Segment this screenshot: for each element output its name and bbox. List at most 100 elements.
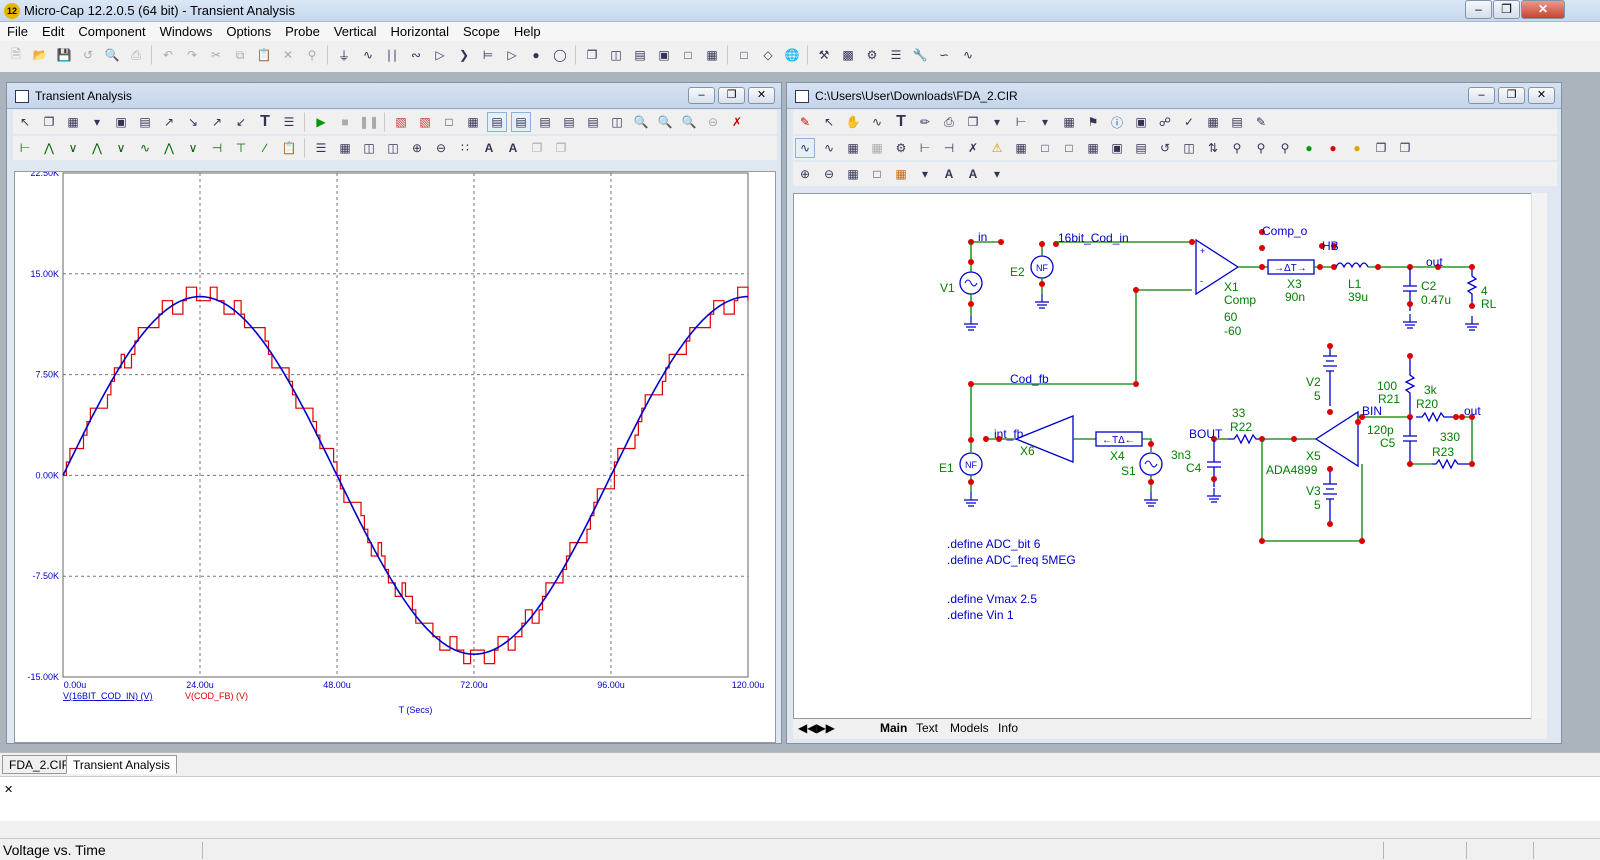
component-mode-icon[interactable]: ✎ <box>795 112 815 132</box>
tab-text[interactable]: Text <box>913 720 941 736</box>
tile-horizontal-icon[interactable]: ▤ <box>630 45 650 65</box>
schem-zoom-fit-icon[interactable]: ▦ <box>843 164 863 184</box>
add-icon[interactable]: ● <box>1299 138 1319 158</box>
peak-cursor-icon[interactable]: ⋀ <box>39 138 59 158</box>
colors-icon[interactable]: ▦ <box>891 164 911 184</box>
restore-button[interactable]: ❐ <box>1493 0 1520 19</box>
find-2-icon[interactable]: ⚲ <box>1251 138 1271 158</box>
paste-icon[interactable]: 📋 <box>254 45 274 65</box>
magnify-in-icon[interactable]: ⊕ <box>407 138 427 158</box>
flip-icon[interactable]: ⇅ <box>1203 138 1223 158</box>
tools-icon[interactable]: 🔧 <box>910 45 930 65</box>
copy-clipboard-icon[interactable]: 📋 <box>279 138 299 158</box>
currents-icon[interactable]: ▦ <box>843 138 863 158</box>
zoom-fit-icon[interactable]: 🔍 <box>679 112 699 132</box>
model-icon[interactable]: ⚒ <box>814 45 834 65</box>
menu-horizontal[interactable]: Horizontal <box>383 22 456 40</box>
save-icon[interactable]: 💾 <box>54 45 74 65</box>
frame-icon[interactable]: □ <box>678 45 698 65</box>
font-icon[interactable]: A <box>479 138 499 158</box>
diode-icon[interactable]: ▷ <box>430 45 450 65</box>
zoom-out-icon[interactable]: 🔍 <box>655 112 675 132</box>
page-icon[interactable]: □ <box>1035 138 1055 158</box>
font-size-icon[interactable]: A <box>503 138 523 158</box>
minimize-button[interactable]: – <box>1465 0 1492 19</box>
zoom-box-icon[interactable]: ▣ <box>111 112 131 132</box>
layout-1-icon[interactable]: ▤ <box>487 112 507 132</box>
draw-icon[interactable]: ✏ <box>915 112 935 132</box>
preferences-icon[interactable]: ⚙ <box>862 45 882 65</box>
find-icon[interactable]: ⚲ <box>302 45 322 65</box>
undo-icon[interactable]: ↶ <box>158 45 178 65</box>
analysis-icon[interactable]: ∿ <box>958 45 978 65</box>
magnify-out-icon[interactable]: ⊖ <box>431 138 451 158</box>
cursor-mode-icon[interactable]: ▧ <box>391 112 411 132</box>
info-icon[interactable]: ⓘ <box>1107 112 1127 132</box>
menu-help[interactable]: Help <box>507 22 548 40</box>
slope-icon[interactable]: ↙ <box>231 112 251 132</box>
stop-icon[interactable]: ■ <box>335 112 355 132</box>
text-mode-icon[interactable]: T <box>891 112 911 132</box>
doc-tab-transient[interactable]: Transient Analysis <box>66 755 177 774</box>
scale-icon[interactable]: ❐ <box>39 112 59 132</box>
conditions-icon[interactable]: ⚙ <box>891 138 911 158</box>
new-icon[interactable]: 🗎 <box>6 45 26 65</box>
flag-icon[interactable]: ⚑ <box>1083 112 1103 132</box>
schematic-close-button[interactable]: ✕ <box>1528 87 1555 104</box>
dropdown-2-icon[interactable]: ▾ <box>987 112 1007 132</box>
options-icon[interactable]: ☰ <box>886 45 906 65</box>
tile-icon[interactable]: □ <box>439 112 459 132</box>
menu-file[interactable]: File <box>0 22 35 40</box>
transistor-icon[interactable]: ❯ <box>454 45 474 65</box>
hsplit-icon[interactable]: ▤ <box>583 112 603 132</box>
top-icon[interactable]: ⊣ <box>207 138 227 158</box>
print-preview-icon[interactable]: 🔍 <box>102 45 122 65</box>
transient-restore-button[interactable]: ❐ <box>718 87 745 104</box>
output-close-icon[interactable]: ✕ <box>4 783 13 796</box>
schematic-canvas[interactable]: in V1 NF E2 16bit_Cod_in + - X1 Comp 60 -60 Comp_o →… <box>793 193 1543 719</box>
zoom-restore-icon[interactable]: ⊖ <box>703 112 723 132</box>
shape-editor-icon[interactable]: ◇ <box>758 45 778 65</box>
calculator-icon[interactable]: ▦ <box>702 45 722 65</box>
auto-scale-icon[interactable]: ▤ <box>135 112 155 132</box>
node-numbers-icon[interactable]: ∿ <box>795 138 815 158</box>
select-icon[interactable]: ↖ <box>15 112 35 132</box>
edit-icon[interactable]: ✎ <box>1251 112 1271 132</box>
menu-edit[interactable]: Edit <box>35 22 71 40</box>
border-icon[interactable]: ▣ <box>1107 138 1127 158</box>
low-cursor-icon[interactable]: ∨ <box>111 138 131 158</box>
window-icon[interactable]: ▣ <box>654 45 674 65</box>
global-high-icon[interactable]: ⋀ <box>159 138 179 158</box>
tile-vertical-icon[interactable]: ◫ <box>606 45 626 65</box>
duplicate-2-icon[interactable]: ❐ <box>551 138 571 158</box>
properties-2-icon[interactable]: ▦ <box>1203 112 1223 132</box>
run-icon[interactable]: ▶ <box>311 112 331 132</box>
font-size-2-icon[interactable]: A <box>963 164 983 184</box>
meter-icon[interactable]: ◯ <box>550 45 570 65</box>
tab-models[interactable]: Models <box>947 720 992 736</box>
table-icon[interactable]: ▦ <box>1059 112 1079 132</box>
globe-icon[interactable]: 🌐 <box>782 45 802 65</box>
dropdown-3-icon[interactable]: ▾ <box>1035 112 1055 132</box>
text-icon[interactable]: T <box>255 112 275 132</box>
schem-find-icon[interactable]: □ <box>867 164 887 184</box>
plot-panel[interactable]: 22.50K 15.00K 7.50K 0.00K -7.50K -15.00K 0.00u… <box>14 160 776 743</box>
save-all-icon[interactable]: ↺ <box>78 45 98 65</box>
tab-main[interactable]: Main <box>877 720 910 736</box>
grid-toggle-icon[interactable]: ▦ <box>1011 138 1031 158</box>
resistor-icon[interactable]: ∿ <box>358 45 378 65</box>
grid-dots-icon[interactable]: ∷ <box>455 138 475 158</box>
bottom-icon[interactable]: ⊤ <box>231 138 251 158</box>
analysis-limits-icon[interactable]: ▦ <box>63 112 83 132</box>
menu-windows[interactable]: Windows <box>153 22 220 40</box>
dropdown-4-icon[interactable]: ▾ <box>915 164 935 184</box>
component-editor-icon[interactable]: □ <box>734 45 754 65</box>
layout-3-icon[interactable]: ▤ <box>535 112 555 132</box>
redo-icon[interactable]: ↷ <box>182 45 202 65</box>
scale-y-icon[interactable]: ↘ <box>183 112 203 132</box>
fit-icon[interactable]: ◫ <box>383 138 403 158</box>
page-2-icon[interactable]: □ <box>1059 138 1079 158</box>
transient-minimize-button[interactable]: – <box>688 87 715 104</box>
dropdown-icon[interactable]: ▾ <box>87 112 107 132</box>
vsplit-icon[interactable]: ◫ <box>607 112 627 132</box>
